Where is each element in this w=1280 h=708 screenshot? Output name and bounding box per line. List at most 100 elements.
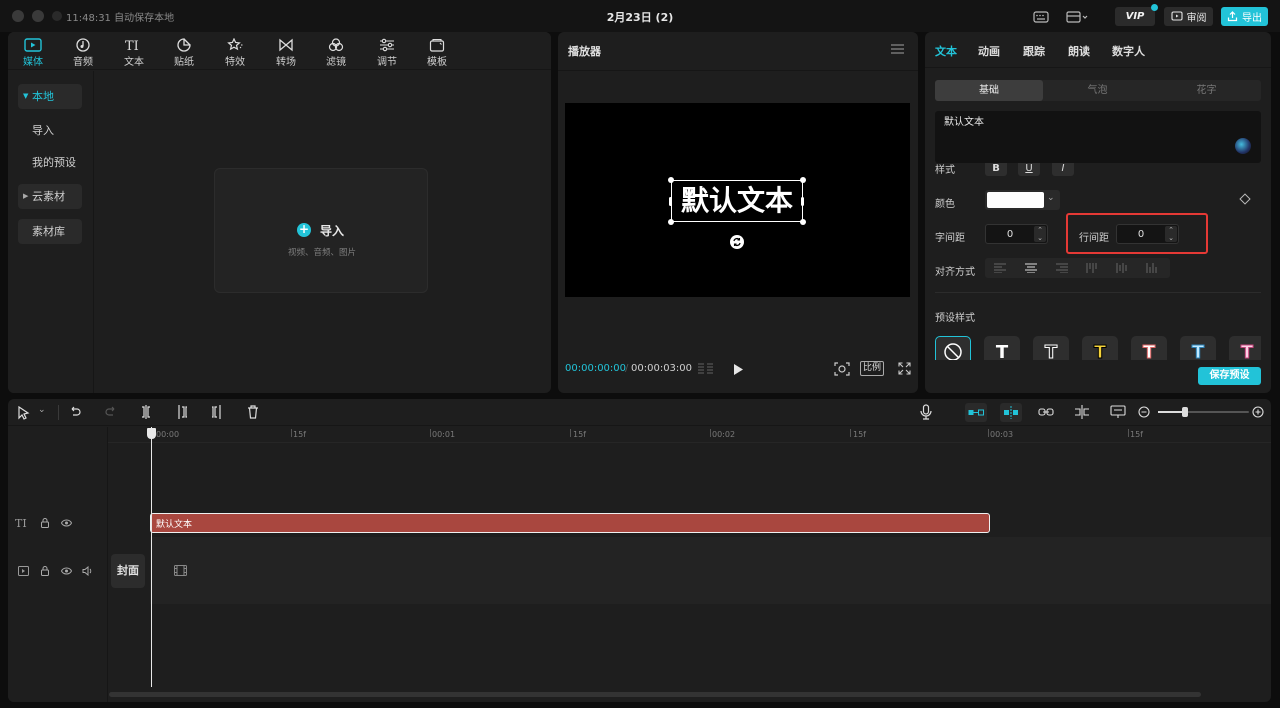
layout-icon[interactable] — [1062, 7, 1092, 26]
canvas-text[interactable]: 默认文本 — [671, 182, 803, 220]
tab-digital-human[interactable]: 数字人 — [1112, 43, 1145, 59]
tab-media[interactable]: 媒体 — [8, 36, 58, 72]
split-icon[interactable] — [140, 405, 152, 419]
tab-read-aloud[interactable]: 朗读 — [1068, 43, 1090, 59]
tab-text-inspector[interactable]: 文本 — [935, 43, 957, 59]
microphone-icon[interactable] — [920, 404, 932, 420]
window-close-button[interactable] — [12, 10, 24, 22]
sidebar-item-local[interactable]: ▼ 本地 — [18, 84, 82, 109]
fullscreen-icon[interactable] — [898, 362, 911, 378]
align-center-icon[interactable] — [1025, 263, 1037, 273]
text-clip[interactable]: 默认文本 — [150, 513, 990, 533]
zoom-out-icon[interactable] — [1138, 406, 1150, 418]
preset-blue[interactable]: T — [1180, 336, 1216, 360]
window-minimize-button[interactable] — [32, 10, 44, 22]
italic-button[interactable]: I — [1052, 163, 1074, 176]
resize-handle-tr[interactable] — [800, 177, 806, 183]
underline-button[interactable]: U — [1018, 163, 1040, 176]
preset-pink[interactable]: T — [1229, 336, 1261, 360]
resize-handle-l[interactable] — [669, 197, 672, 206]
link-icon[interactable] — [1038, 407, 1054, 417]
eye-icon[interactable] — [61, 567, 72, 575]
keyboard-icon[interactable] — [1030, 7, 1052, 26]
eye-icon[interactable] — [61, 519, 72, 527]
preset-red-outline[interactable]: T — [1131, 336, 1167, 360]
tab-animation[interactable]: 动画 — [978, 43, 1000, 59]
snapshot-icon[interactable] — [834, 362, 850, 379]
preset-none[interactable] — [935, 336, 971, 360]
auto-snap-button[interactable] — [1000, 403, 1022, 422]
resize-handle-r[interactable] — [801, 197, 804, 206]
ratio-button[interactable]: 比例 — [860, 361, 884, 376]
review-button[interactable]: 审阅 — [1164, 7, 1213, 26]
export-button[interactable]: 导出 — [1221, 7, 1268, 26]
grid-icon[interactable] — [697, 362, 715, 379]
preset-outline[interactable]: T — [1033, 336, 1069, 360]
color-picker[interactable]: ⌄ — [985, 190, 1060, 210]
resize-handle-br[interactable] — [800, 219, 806, 225]
save-preset-button[interactable]: 保存预设 — [1198, 367, 1261, 385]
preview-axis-icon[interactable] — [1110, 405, 1126, 419]
window-zoom-button[interactable] — [52, 11, 62, 21]
stepper-arrows-icon[interactable]: ⌃ ⌄ — [1165, 226, 1177, 242]
zoom-slider[interactable] — [1158, 407, 1249, 417]
redo-icon[interactable] — [105, 406, 117, 418]
tab-text[interactable]: TI 文本 — [109, 36, 159, 72]
play-button[interactable] — [732, 363, 744, 379]
undo-icon[interactable] — [69, 406, 81, 418]
timeline-ruler[interactable]: 00:00 15f 00:01 15f 00:02 15f 00:03 15f — [108, 427, 1271, 443]
tab-transition[interactable]: 转场 — [261, 36, 311, 72]
text-content-field[interactable]: 默认文本 — [935, 111, 1261, 163]
snap-main-button[interactable] — [965, 403, 987, 422]
tab-tracking[interactable]: 跟踪 — [1023, 43, 1045, 59]
playhead[interactable] — [151, 427, 152, 687]
tab-adjust[interactable]: 调节 — [362, 36, 412, 72]
align-middle-icon[interactable] — [1116, 263, 1128, 273]
delete-icon[interactable] — [247, 405, 259, 419]
trim-right-icon[interactable] — [211, 405, 223, 419]
playhead-handle[interactable] — [147, 428, 156, 439]
zoom-slider-thumb[interactable] — [1182, 407, 1188, 417]
tab-filter[interactable]: 滤镜 — [311, 36, 361, 72]
speaker-icon[interactable] — [82, 566, 93, 576]
keyframe-icon[interactable] — [1239, 193, 1251, 205]
line-spacing-stepper[interactable]: 0 ⌃ ⌄ — [1116, 224, 1179, 244]
sidebar-item-library[interactable]: 素材库 — [18, 219, 82, 244]
split-preview-icon[interactable] — [1074, 405, 1090, 419]
align-right-icon[interactable] — [1056, 263, 1068, 273]
subtab-basic[interactable]: 基础 — [935, 80, 1043, 101]
subtab-bubble[interactable]: 气泡 — [1043, 80, 1152, 101]
char-spacing-stepper[interactable]: 0 ⌃ ⌄ — [985, 224, 1048, 244]
select-tool-icon[interactable] — [17, 406, 30, 420]
resize-handle-bl[interactable] — [668, 219, 674, 225]
preset-yellow[interactable]: T — [1082, 336, 1118, 360]
lock-icon[interactable] — [40, 518, 50, 528]
tab-audio[interactable]: 音频 — [58, 36, 108, 72]
tab-sticker[interactable]: 贴纸 — [159, 36, 209, 72]
tab-effects[interactable]: 特效 — [210, 36, 260, 72]
cover-button[interactable]: 封面 — [111, 554, 145, 588]
subtab-fancy-text[interactable]: 花字 — [1152, 80, 1261, 101]
import-dropzone[interactable]: + 导入 视频、音频、图片 — [214, 168, 428, 293]
main-track[interactable] — [150, 537, 1271, 604]
align-left-icon[interactable] — [994, 263, 1006, 273]
stepper-arrows-icon[interactable]: ⌃ ⌄ — [1034, 226, 1046, 242]
preset-white[interactable]: T — [984, 336, 1020, 360]
rotate-icon[interactable] — [730, 235, 744, 249]
menu-icon[interactable] — [891, 44, 904, 57]
sidebar-item-import[interactable]: 导入 — [18, 118, 82, 143]
sidebar-item-my-presets[interactable]: 我的预设 — [18, 150, 82, 175]
chevron-down-icon[interactable]: ⌄ — [38, 405, 46, 415]
trim-left-icon[interactable] — [176, 405, 188, 419]
horizontal-scrollbar[interactable] — [109, 692, 1201, 697]
ai-assist-icon[interactable] — [1235, 138, 1251, 154]
bold-button[interactable]: B — [985, 163, 1007, 176]
align-bottom-icon[interactable] — [1146, 263, 1158, 273]
sidebar-item-cloud[interactable]: ▶ 云素材 — [18, 184, 82, 209]
lock-icon[interactable] — [40, 566, 50, 576]
vip-button[interactable]: VIP — [1115, 4, 1158, 26]
resize-handle-tl[interactable] — [668, 177, 674, 183]
align-top-icon[interactable] — [1086, 263, 1098, 273]
preview-canvas[interactable]: 默认文本 — [565, 103, 910, 297]
tab-template[interactable]: 模板 — [412, 36, 462, 72]
